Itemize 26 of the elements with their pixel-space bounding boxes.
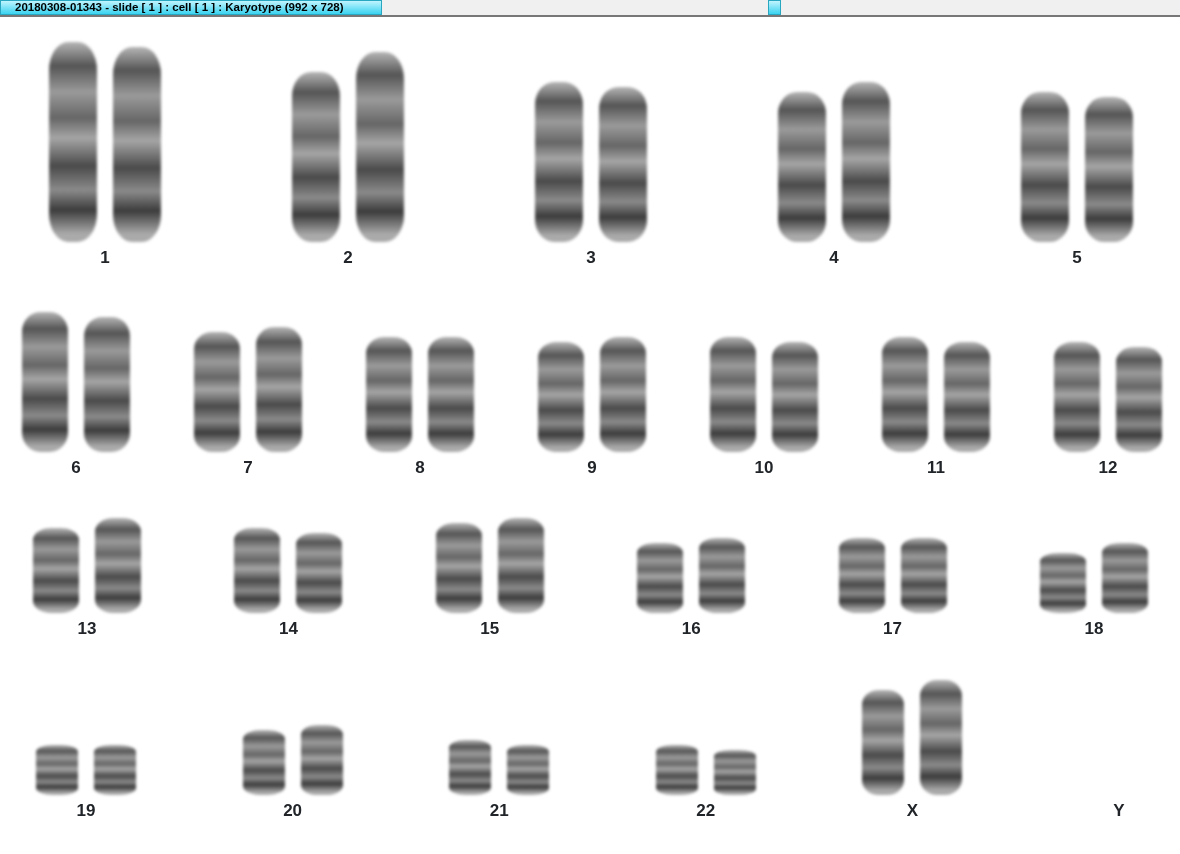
chromosome-number-label: 11 xyxy=(927,458,945,478)
chromosome-number-label: Y xyxy=(1113,801,1125,821)
chromosome-number-label: 7 xyxy=(243,458,253,478)
chromosome-number-label: 9 xyxy=(587,458,597,478)
chromosome-number-label: 21 xyxy=(489,801,509,821)
chromosome-number-label: 3 xyxy=(586,248,596,268)
chromosome-number-label: 14 xyxy=(278,619,298,639)
chromosome-number-label: 13 xyxy=(77,619,97,639)
chromosome-number-label: 5 xyxy=(1072,248,1082,268)
chromosome-number-label: 20 xyxy=(283,801,303,821)
chromosome-number-label: 22 xyxy=(696,801,716,821)
chromosome-number-label: X xyxy=(906,801,919,821)
chromosome-number-label: 6 xyxy=(71,458,81,478)
chromosome-number-label: 15 xyxy=(480,619,500,639)
chromosome-number-label: 18 xyxy=(1084,619,1104,639)
chromosome-number-label: 10 xyxy=(754,458,774,478)
chromosome-number-label: 16 xyxy=(681,619,701,639)
window-title: 20180308-01343 - slide [ 1 ] : cell [ 1 ] : Karyotype (992 x 728) xyxy=(0,0,382,15)
chromosome-number-label: 19 xyxy=(76,801,96,821)
chromosome-number-label: 4 xyxy=(829,248,839,268)
chromosome-number-label: 1 xyxy=(100,248,110,268)
chromosome-number-label: 2 xyxy=(343,248,353,268)
chromosome-number-label: 12 xyxy=(1098,458,1118,478)
chromosome-number-label: 17 xyxy=(883,619,902,639)
scroll-thumb[interactable] xyxy=(768,0,781,15)
chromosome-number-label: 8 xyxy=(415,458,425,478)
